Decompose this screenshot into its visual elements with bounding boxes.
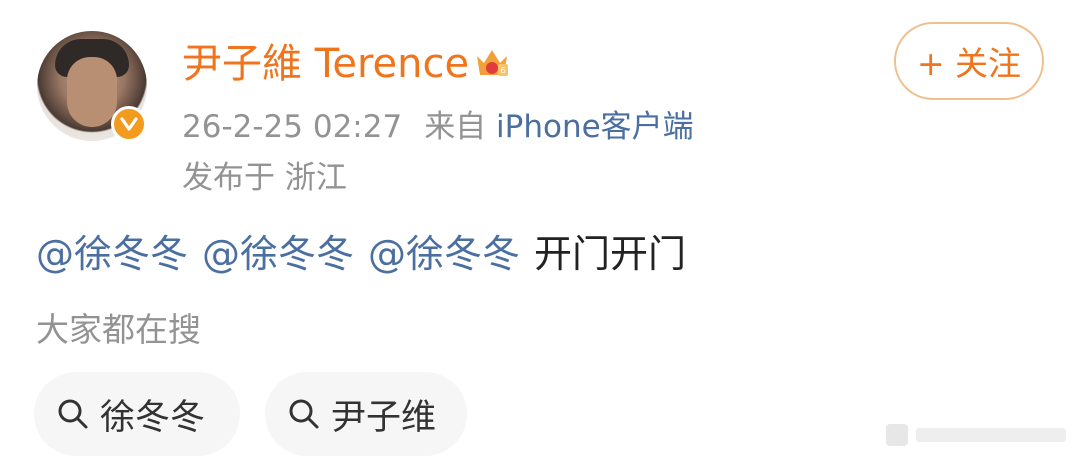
crown-vip-icon[interactable]: 6 — [472, 42, 512, 82]
source-link[interactable]: iPhone客户端 — [496, 109, 694, 145]
watermark-image — [886, 424, 1066, 446]
search-icon — [58, 399, 88, 429]
search-chip-2[interactable]: 尹子维 — [265, 372, 467, 456]
svg-text:6: 6 — [500, 66, 505, 75]
source-prefix: 来自 — [424, 109, 487, 145]
mention-link-2[interactable]: @徐冬冬 — [202, 232, 354, 276]
search-chip-label: 徐冬冬 — [100, 397, 206, 438]
trending-title: 大家都在搜 — [36, 310, 201, 349]
mention-link-3[interactable]: @徐冬冬 — [368, 232, 520, 276]
post-text: 开门开门 — [534, 232, 687, 276]
follow-button[interactable]: + 关注 — [894, 22, 1044, 100]
author-name[interactable]: 尹子維 Terence — [182, 38, 469, 90]
post-meta: 26-2-25 02:27 来自 iPhone客户端 — [182, 106, 694, 148]
verified-v-icon — [111, 106, 147, 142]
post-location: 发布于 浙江 — [182, 160, 347, 196]
post-content: @徐冬冬 @徐冬冬 @徐冬冬 开门开门 — [36, 228, 686, 280]
post-time: 26-2-25 02:27 — [182, 109, 403, 145]
search-chip-label: 尹子维 — [331, 397, 437, 438]
search-chip-1[interactable]: 徐冬冬 — [34, 372, 240, 456]
verified-check-icon — [120, 117, 138, 131]
avatar-face — [67, 57, 117, 127]
mention-link-1[interactable]: @徐冬冬 — [36, 232, 188, 276]
search-icon — [289, 399, 319, 429]
